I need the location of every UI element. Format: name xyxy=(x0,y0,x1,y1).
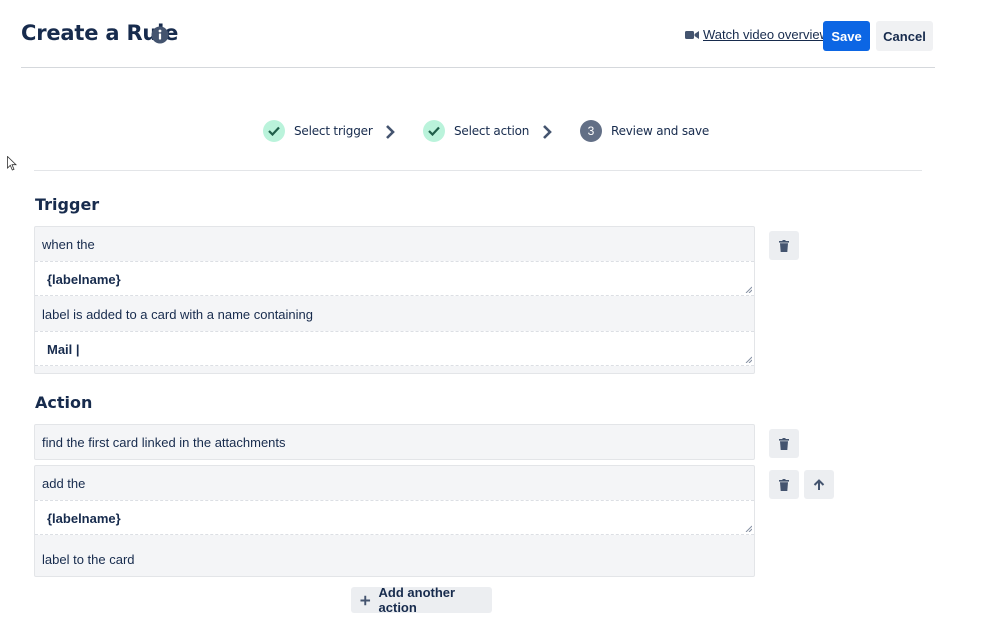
check-icon xyxy=(428,126,440,136)
action-section-title: Action xyxy=(35,393,93,412)
action-panel-1: find the first card linked in the attach… xyxy=(34,424,755,460)
mouse-cursor-icon xyxy=(7,156,17,171)
trash-icon xyxy=(779,478,789,491)
action-panel-2: add the {labelname} label to the card xyxy=(34,465,755,577)
step-number: 3 xyxy=(580,120,602,142)
trash-icon xyxy=(779,239,789,252)
step-select-action[interactable]: Select action xyxy=(423,120,529,142)
divider xyxy=(34,170,922,171)
move-up-button[interactable] xyxy=(804,470,834,499)
step-label: Select trigger xyxy=(294,124,373,138)
resize-grip-icon[interactable] xyxy=(745,356,752,363)
step-review-and-save[interactable]: 3 Review and save xyxy=(580,120,709,142)
trigger-text: label is added to a card with a name con… xyxy=(42,307,314,322)
chevron-right-icon xyxy=(543,125,552,139)
trigger-panel: when the {labelname} label is added to a… xyxy=(34,226,755,374)
action-text: add the xyxy=(42,476,86,491)
check-icon xyxy=(268,126,280,136)
step-label: Review and save xyxy=(611,124,710,138)
info-icon[interactable] xyxy=(151,26,169,44)
progress-stepper: Select trigger Select action 3 Review an… xyxy=(263,120,723,144)
delete-action-button[interactable] xyxy=(769,429,799,458)
chevron-right-icon xyxy=(386,125,395,139)
step-select-trigger[interactable]: Select trigger xyxy=(263,120,373,142)
resize-grip-icon[interactable] xyxy=(745,525,752,532)
step-label: Select action xyxy=(454,124,530,138)
watch-video-label: Watch video overview xyxy=(703,27,829,42)
action-text: label to the card xyxy=(42,552,135,567)
label-name-field[interactable]: {labelname} xyxy=(35,500,754,535)
trash-icon xyxy=(779,437,789,450)
step-done-circle xyxy=(423,120,445,142)
arrow-up-icon xyxy=(813,478,825,490)
watch-video-link[interactable]: Watch video overview xyxy=(685,27,829,42)
field-value: {labelname} xyxy=(47,511,121,526)
page-header: Create a Rule Watch video overview Save … xyxy=(21,0,935,68)
add-another-action-button[interactable]: Add another action xyxy=(351,585,492,615)
name-contains-field[interactable]: Mail | xyxy=(35,331,754,366)
delete-action-button[interactable] xyxy=(769,470,799,499)
trigger-section-title: Trigger xyxy=(35,195,100,214)
video-camera-icon xyxy=(685,30,699,39)
action-text: find the first card linked in the attach… xyxy=(42,435,286,450)
add-another-action-label: Add another action xyxy=(378,585,456,615)
field-value: {labelname} xyxy=(47,272,121,287)
resize-grip-icon[interactable] xyxy=(745,286,752,293)
field-value: Mail | xyxy=(47,342,80,357)
plus-icon xyxy=(360,595,371,605)
save-button[interactable]: Save xyxy=(823,21,870,51)
cancel-button[interactable]: Cancel xyxy=(876,21,933,51)
trigger-text: when the xyxy=(42,237,95,252)
delete-trigger-button[interactable] xyxy=(769,231,799,260)
step-done-circle xyxy=(263,120,285,142)
label-name-field[interactable]: {labelname} xyxy=(35,261,754,296)
